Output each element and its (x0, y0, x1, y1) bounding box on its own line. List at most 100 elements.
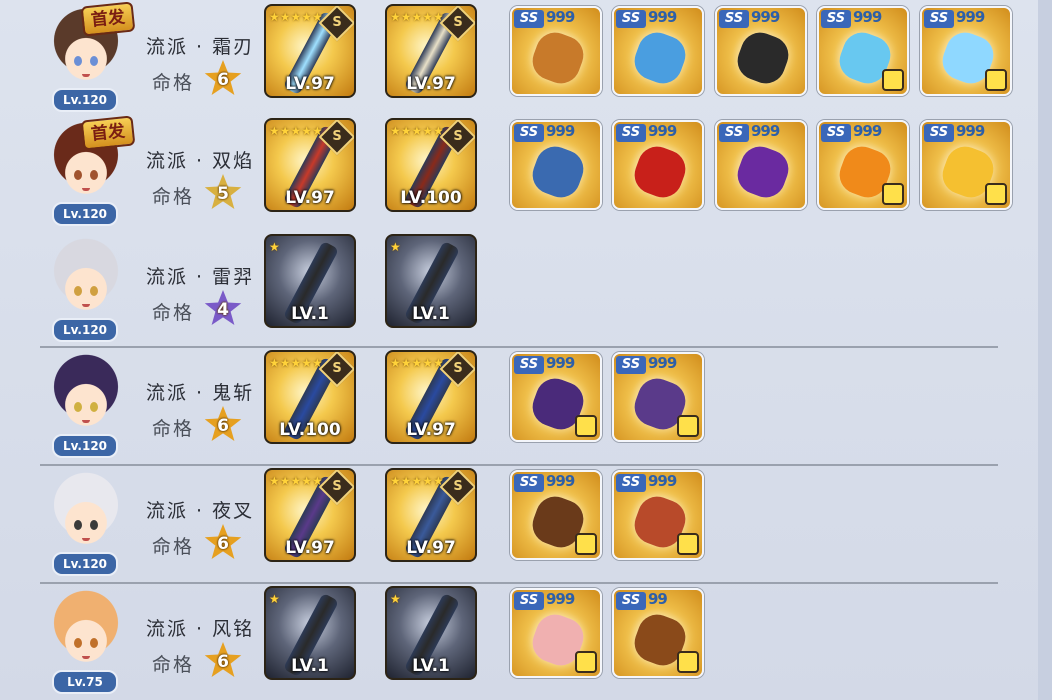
character-avatar[interactable]: Lv.120 (42, 234, 132, 342)
fate-value: 6 (217, 652, 229, 672)
treasure-icon (732, 27, 794, 89)
treasure-slot[interactable]: SS 999 (510, 470, 602, 560)
character-row: Lv.120 首发 流派 · 双焰 命格 5 ★★★★★ S LV.97 ★★★★★ S LV.10… (0, 115, 1040, 228)
treasure-quality: 999 (546, 590, 575, 608)
level-badge: Lv.120 (52, 88, 118, 112)
treasure-slot[interactable]: SS 999 (715, 120, 807, 210)
treasure-slot[interactable]: SS 999 (920, 6, 1012, 96)
school-label: 流派 · 鬼斩 (146, 382, 255, 404)
treasure-quality: 999 (648, 122, 677, 140)
treasure-slot[interactable]: SS 999 (715, 6, 807, 96)
row-divider (40, 346, 998, 348)
weapon-slot[interactable]: ★ LV.1 (264, 234, 356, 328)
character-avatar[interactable]: Lv.120 (42, 350, 132, 458)
weapon-stars: ★★★★★ (390, 10, 444, 24)
treasure-rank-badge: SS (616, 124, 646, 142)
avatar-mouth (82, 188, 90, 191)
treasure-slot[interactable]: SS 999 (510, 120, 602, 210)
weapon-slot[interactable]: ★★★★★ S LV.97 (385, 468, 477, 562)
starter-badge: 首发 (80, 1, 136, 37)
weapon-slot[interactable]: ★★★★★ S LV.97 (264, 118, 356, 212)
avatar-mouth (82, 420, 90, 423)
weapon-slot[interactable]: ★ LV.1 (385, 234, 477, 328)
weapon-slot[interactable]: ★ LV.1 (264, 586, 356, 680)
avatar-eye (90, 520, 98, 530)
fate-value: 6 (217, 534, 229, 554)
starter-badge: 首发 (80, 115, 136, 151)
weapon-stars: ★★★★★ (390, 124, 444, 138)
weapon-stars: ★ (390, 592, 401, 606)
shirt-icon (985, 69, 1007, 91)
weapon-level: LV.97 (285, 74, 335, 94)
fate-label: 命格 (152, 536, 195, 558)
weapon-slot[interactable]: ★★★★★ S LV.97 (385, 350, 477, 444)
weapon-stars: ★★★★★ (390, 474, 444, 488)
treasure-slot[interactable]: SS 999 (920, 120, 1012, 210)
weapon-level: LV.1 (291, 304, 329, 324)
weapon-level: LV.97 (406, 420, 456, 440)
character-avatar[interactable]: Lv.120 首发 (42, 1, 136, 112)
avatar-eye (74, 638, 82, 648)
treasure-quality: 99 (648, 590, 668, 608)
character-row: Lv.120 首发 流派 · 霜刃 命格 6 ★★★★★ S LV.97 ★★★★★ S LV.97… (0, 1, 1040, 114)
weapon-slot[interactable]: ★★★★★ S LV.100 (385, 118, 477, 212)
fate-value: 4 (217, 300, 229, 320)
fate-label: 命格 (152, 654, 195, 676)
shirt-icon (575, 651, 597, 673)
treasure-slot[interactable]: SS 999 (612, 352, 704, 442)
weapon-grade-text: S (453, 129, 463, 144)
avatar (50, 472, 122, 554)
weapon-grade-text: S (332, 129, 342, 144)
treasure-slot[interactable]: SS 999 (817, 6, 909, 96)
weapon-level: LV.97 (285, 538, 335, 558)
weapon-slot[interactable]: ★★★★★ S LV.97 (264, 4, 356, 98)
treasure-quality: 999 (648, 354, 677, 372)
treasure-rank-badge: SS (514, 356, 544, 374)
treasure-rank-badge: SS (514, 124, 544, 142)
school-label: 流派 · 双焰 (146, 150, 255, 172)
treasure-slot[interactable]: SS 99 (612, 588, 704, 678)
level-badge: Lv.120 (52, 552, 118, 576)
weapon-slot[interactable]: ★ LV.1 (385, 586, 477, 680)
avatar-eye (90, 170, 98, 180)
avatar-mouth (82, 538, 90, 541)
treasure-slot[interactable]: SS 999 (817, 120, 909, 210)
treasure-rank-badge: SS (616, 10, 646, 28)
shirt-icon (575, 415, 597, 437)
avatar (50, 354, 122, 436)
treasure-rank-badge: SS (616, 474, 646, 492)
treasure-quality: 999 (956, 122, 985, 140)
treasure-rank-badge: SS (821, 124, 851, 142)
character-avatar[interactable]: Lv.120 (42, 468, 132, 576)
treasure-icon (527, 141, 589, 203)
weapon-stars: ★★★★★ (269, 10, 323, 24)
weapon-slot[interactable]: ★★★★★ S LV.97 (385, 4, 477, 98)
treasure-rank-badge: SS (616, 592, 646, 610)
weapon-slot[interactable]: ★★★★★ S LV.100 (264, 350, 356, 444)
weapon-level: LV.97 (285, 188, 335, 208)
treasure-rank-badge: SS (514, 592, 544, 610)
treasure-slot[interactable]: SS 999 (612, 120, 704, 210)
avatar-eye (74, 520, 82, 530)
row-divider (40, 582, 998, 584)
weapon-level: LV.100 (279, 420, 341, 440)
treasure-slot[interactable]: SS 999 (510, 588, 602, 678)
treasure-slot[interactable]: SS 999 (510, 352, 602, 442)
treasure-slot[interactable]: SS 999 (612, 470, 704, 560)
fate-value: 6 (217, 70, 229, 90)
weapon-level: LV.1 (412, 656, 450, 676)
shirt-icon (677, 533, 699, 555)
treasure-slot[interactable]: SS 999 (510, 6, 602, 96)
treasure-quality: 999 (853, 8, 882, 26)
weapon-stars: ★★★★★ (269, 474, 323, 488)
avatar-eye (90, 402, 98, 412)
treasure-quality: 999 (751, 8, 780, 26)
character-avatar[interactable]: Lv.75 (42, 586, 132, 694)
character-avatar[interactable]: Lv.120 首发 (42, 115, 136, 226)
treasure-icon (732, 141, 794, 203)
weapon-slot[interactable]: ★★★★★ S LV.97 (264, 468, 356, 562)
fate-value: 6 (217, 416, 229, 436)
treasure-slot[interactable]: SS 999 (612, 6, 704, 96)
weapon-level: LV.1 (412, 304, 450, 324)
scrollbar-track[interactable] (1038, 0, 1052, 700)
